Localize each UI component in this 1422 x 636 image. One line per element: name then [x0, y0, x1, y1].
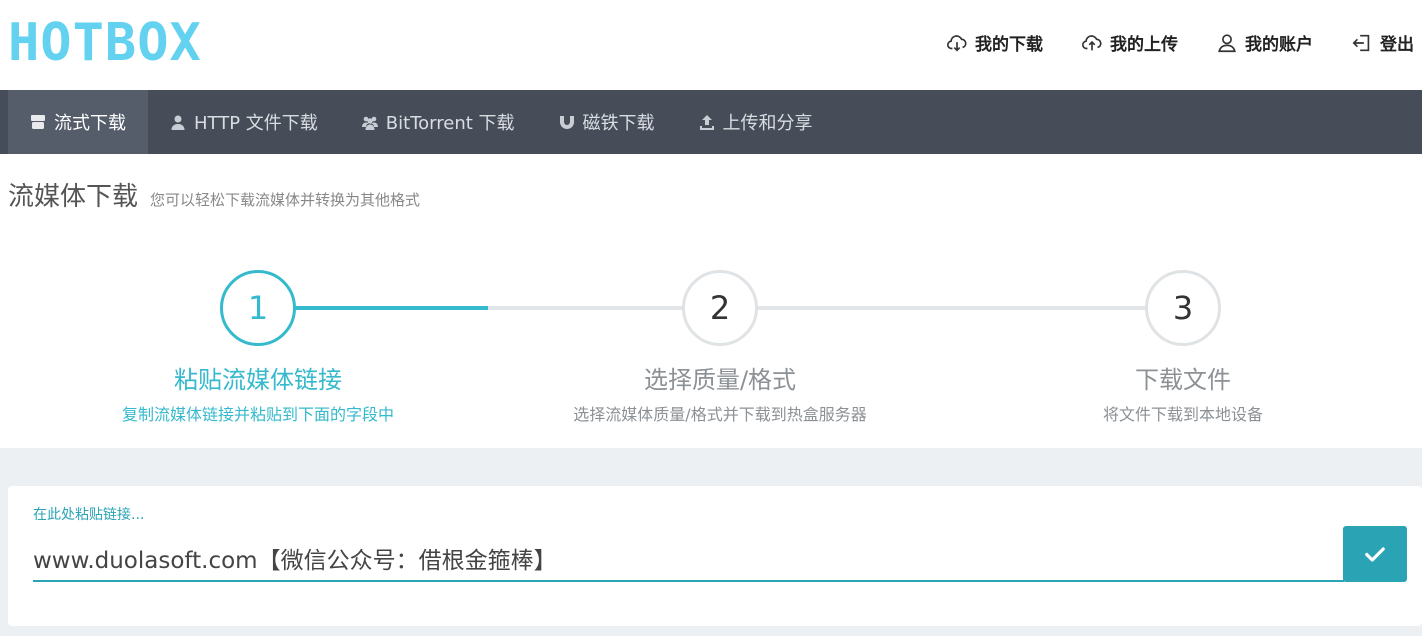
top-nav: 我的下载 我的上传 我的账户 登出 — [946, 30, 1414, 55]
logo[interactable]: HOTBOX — [8, 17, 202, 69]
step-number: 1 — [220, 270, 296, 346]
user-icon — [1218, 33, 1236, 52]
users-icon — [361, 116, 378, 130]
tab-label: HTTP 文件下载 — [194, 113, 318, 134]
nav-my-downloads[interactable]: 我的下载 — [946, 30, 1043, 55]
step-3: 3 下载文件 将文件下载到本地设备 — [1003, 270, 1363, 425]
link-card: 在此处粘贴链接... — [8, 486, 1422, 626]
user-icon — [171, 115, 185, 130]
step-label: 选择质量/格式 — [643, 366, 797, 394]
header: HOTBOX 我的下载 我的上传 我的账户 登出 — [0, 0, 1422, 90]
step-desc: 将文件下载到本地设备 — [1102, 405, 1263, 424]
tab-bar: 流式下载 HTTP 文件下载 BitTorrent 下载 磁铁下载 上传和分享 — [0, 90, 1422, 154]
page-title-block: 流媒体下载 您可以轻松下载流媒体并转换为其他格式 — [8, 176, 420, 213]
nav-my-account[interactable]: 我的账户 — [1216, 30, 1313, 55]
nav-label: 登出 — [1380, 35, 1414, 55]
nav-logout[interactable]: 登出 — [1351, 30, 1414, 55]
step-2: 2 选择质量/格式 选择流媒体质量/格式并下载到热盒服务器 — [540, 270, 900, 425]
submit-button[interactable] — [1343, 526, 1407, 582]
cloud-download-icon — [947, 34, 967, 52]
page-subtitle: 您可以轻松下载流媒体并转换为其他格式 — [150, 191, 421, 209]
tab-bittorrent-download[interactable]: BitTorrent 下载 — [340, 90, 537, 154]
logout-icon — [1352, 34, 1370, 51]
tab-label: BitTorrent 下载 — [385, 113, 515, 134]
link-field-label: 在此处粘贴链接... — [33, 507, 145, 523]
tab-streaming-download[interactable]: 流式下载 — [8, 90, 148, 154]
nav-label: 我的账户 — [1245, 35, 1313, 55]
step-number: 2 — [682, 270, 758, 346]
tab-magnet-download[interactable]: 磁铁下载 — [537, 90, 677, 154]
tab-label: 磁铁下载 — [582, 113, 655, 134]
nav-label: 我的下载 — [975, 35, 1043, 55]
tab-label: 上传和分享 — [722, 113, 813, 134]
tab-upload-share[interactable]: 上传和分享 — [677, 90, 835, 154]
nav-label: 我的上传 — [1110, 35, 1178, 55]
upload-icon — [699, 115, 714, 130]
cloud-upload-icon — [1082, 34, 1102, 50]
page-title: 流媒体下载 — [8, 182, 139, 212]
step-label: 粘贴流媒体链接 — [174, 366, 342, 394]
step-progress: 1 粘贴流媒体链接 复制流媒体链接并粘贴到下面的字段中 2 选择质量/格式 选择… — [0, 262, 1422, 442]
youtube-icon — [31, 115, 45, 129]
input-section: 在此处粘贴链接... — [0, 448, 1422, 636]
step-number: 3 — [1145, 270, 1221, 346]
tab-label: 流式下载 — [54, 113, 126, 134]
step-desc: 选择流媒体质量/格式并下载到热盒服务器 — [573, 405, 867, 424]
step-desc: 复制流媒体链接并粘贴到下面的字段中 — [121, 405, 394, 424]
check-icon — [1365, 547, 1385, 562]
tab-http-download[interactable]: HTTP 文件下载 — [148, 90, 340, 154]
step-1: 1 粘贴流媒体链接 复制流媒体链接并粘贴到下面的字段中 — [78, 270, 438, 425]
link-input[interactable] — [33, 528, 1344, 582]
nav-my-uploads[interactable]: 我的上传 — [1081, 30, 1178, 55]
magnet-icon — [559, 116, 574, 129]
step-label: 下载文件 — [1135, 366, 1231, 394]
